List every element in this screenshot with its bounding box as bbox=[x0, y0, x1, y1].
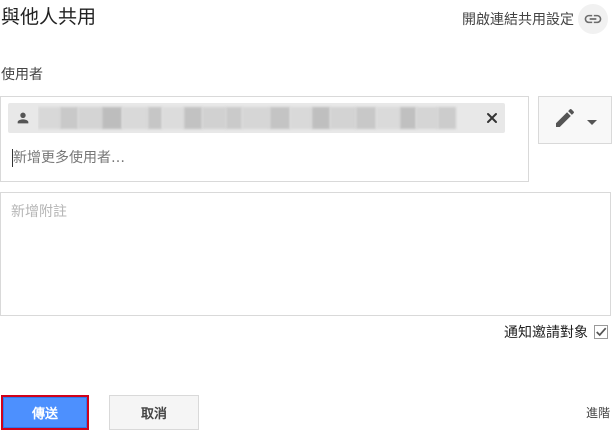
link-icon[interactable] bbox=[578, 4, 608, 34]
permission-dropdown-button[interactable] bbox=[538, 96, 612, 144]
pencil-icon bbox=[553, 106, 577, 134]
advanced-link[interactable]: 進階 bbox=[586, 404, 610, 421]
notify-label: 通知邀請對象 bbox=[504, 325, 588, 341]
add-people-input[interactable] bbox=[11, 147, 493, 169]
notify-checkbox[interactable] bbox=[594, 325, 608, 339]
send-button-label: 傳送 bbox=[3, 397, 87, 428]
redacted-user-name bbox=[38, 103, 475, 133]
add-note-textarea[interactable] bbox=[0, 192, 611, 316]
send-button[interactable]: 傳送 bbox=[1, 395, 89, 430]
notify-row: 通知邀請對象 bbox=[504, 322, 608, 342]
person-icon bbox=[8, 103, 38, 133]
checkmark-icon bbox=[596, 327, 607, 337]
user-chip[interactable] bbox=[8, 103, 505, 133]
cancel-button[interactable]: 取消 bbox=[109, 395, 199, 430]
dialog-title: 與他人共用 bbox=[1, 6, 97, 28]
share-dialog: 與他人共用 開啟連結共用設定 使用者 新增更多使用者… 新增附註 通知邀請對象 … bbox=[0, 0, 612, 436]
people-box[interactable] bbox=[0, 96, 529, 182]
caret-down-icon bbox=[587, 111, 597, 130]
link-sharing-settings[interactable]: 開啟連結共用設定 bbox=[462, 4, 608, 34]
link-sharing-label[interactable]: 開啟連結共用設定 bbox=[462, 9, 574, 29]
people-section-label: 使用者 bbox=[1, 67, 43, 83]
remove-user-close-icon[interactable] bbox=[479, 103, 505, 133]
